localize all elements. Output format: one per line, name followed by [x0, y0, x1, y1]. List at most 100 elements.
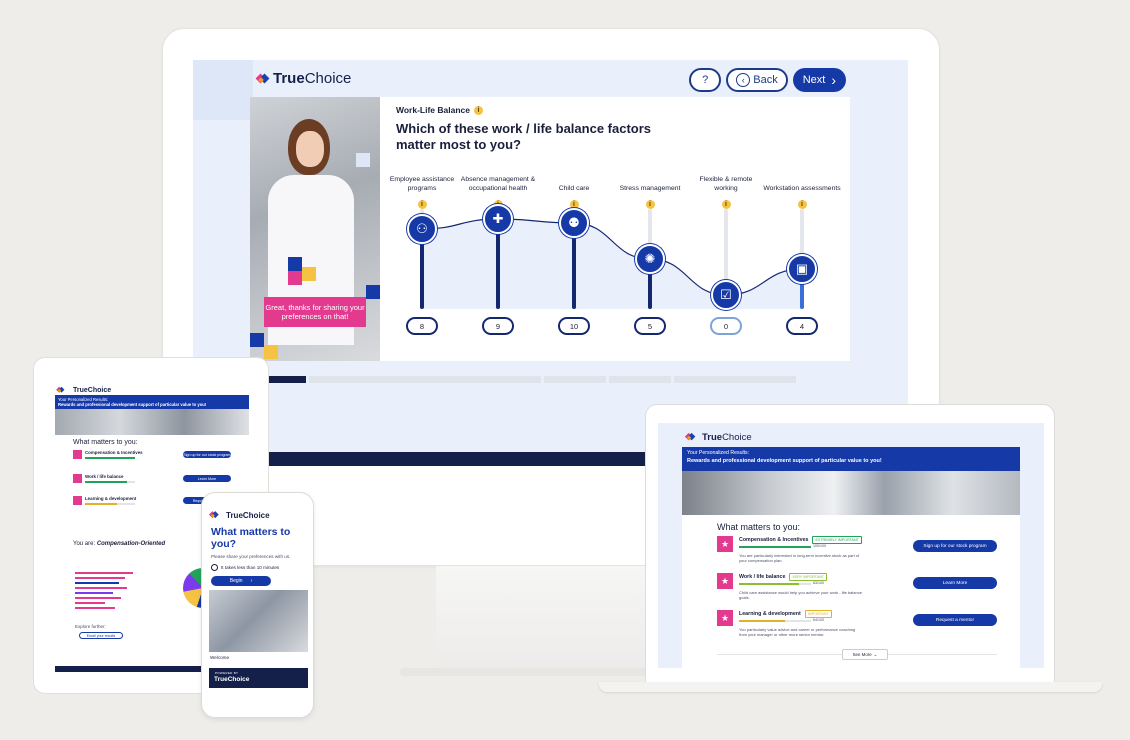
laptop-screen: TrueChoice Your Personalized Results: Re… — [658, 423, 1044, 668]
score-bar — [739, 620, 811, 622]
curve-area — [422, 219, 802, 309]
result-title: Work / life balance — [739, 574, 786, 580]
info-icon[interactable]: i — [721, 200, 731, 209]
action-button[interactable]: Sign up for our stock program — [913, 540, 997, 552]
laptop-base — [599, 682, 1102, 692]
phone-device: TrueChoice What matters to you? Please s… — [201, 492, 314, 718]
family-icon[interactable]: ⚉ — [559, 208, 589, 238]
info-icon[interactable]: i — [645, 200, 655, 209]
begin-label: Begin — [229, 578, 243, 584]
question-card: Great, thanks for sharing your preferenc… — [250, 97, 850, 361]
clock-icon — [211, 564, 218, 571]
factor-value: 10 — [558, 317, 590, 335]
progress-bar — [250, 376, 850, 383]
progress-segment — [309, 376, 541, 383]
result-description: You particularly value advice and career… — [739, 627, 856, 638]
logo-text: TrueChoice — [702, 431, 752, 443]
help-button[interactable]: ? — [689, 68, 722, 92]
desktop-screen: TrueChoice ? ‹ Back Next › Great, thanks f… — [193, 60, 908, 452]
factor-column: Employee assistance programs i — [383, 163, 461, 211]
logo-text: TrueChoice — [226, 510, 270, 520]
welcome-label: Welcome — [210, 655, 230, 660]
result-description: You are particularly interested in long-… — [739, 553, 860, 564]
star-icon: ★ — [717, 536, 733, 552]
chevron-down-icon: ⌄ — [873, 651, 878, 657]
persona-label: You are: — [73, 541, 96, 547]
head-network-icon[interactable]: ✺ — [635, 244, 665, 274]
explore-further-label: Explore further: — [75, 624, 106, 629]
back-button[interactable]: ‹ Back — [726, 68, 788, 92]
truechoice-logo: TrueChoice — [255, 70, 352, 87]
action-button[interactable]: Request a mentor — [913, 614, 997, 626]
factor-value: 5 — [634, 317, 666, 335]
factor-value: 9 — [482, 317, 514, 335]
logo-text: TrueChoice — [273, 70, 352, 87]
importance-badge: EXTREMELY IMPORTANT — [812, 536, 862, 544]
phone-screen: TrueChoice What matters to you? Please s… — [208, 506, 309, 702]
category-label: Work-Life Balance — [396, 105, 471, 115]
info-icon[interactable]: i — [417, 200, 427, 209]
calendar-check-icon[interactable]: ☑ — [711, 280, 741, 310]
logo-text: TrueChoice — [73, 386, 112, 394]
truechoice-logo: TrueChoice — [214, 676, 249, 683]
factor-label: Employee assistance programs — [389, 176, 455, 192]
learn-more-button[interactable]: Learn More — [183, 475, 231, 482]
factor-label: Flexible & remote working — [699, 176, 753, 192]
progress-segment — [609, 376, 671, 383]
score-value: 100/100 — [813, 544, 826, 548]
email-results-button[interactable]: Email your results — [79, 632, 123, 639]
action-button[interactable]: Learn More — [913, 577, 997, 589]
score-value: 83/100 — [813, 581, 824, 585]
factor-value: 0 — [710, 317, 742, 335]
importance-badge: VERY IMPORTANT — [789, 573, 827, 581]
score-bar — [85, 457, 135, 459]
result-item: ★ Learning & development IMPORTANT 64/100 Yo… — [717, 610, 997, 644]
result-title: Work / life balance — [85, 474, 124, 479]
factor-label: Stress management — [619, 184, 681, 192]
people-star-icon[interactable]: ⚇ — [407, 214, 437, 244]
truechoice-mark-icon — [208, 511, 219, 519]
monitor-icon[interactable]: ▣ — [787, 254, 817, 284]
chevron-left-icon: ‹ — [736, 73, 751, 87]
medical-kit-icon[interactable]: ✚ — [483, 204, 513, 234]
factor-column: Workstation assessments i — [763, 163, 841, 211]
info-icon[interactable]: i — [474, 105, 484, 115]
team-photo — [682, 471, 1020, 515]
thanks-message: Great, thanks for sharing your preferenc… — [264, 297, 366, 327]
duration-text: It takes less than 10 minutes — [221, 565, 280, 570]
result-title: Compensation & Incentives — [739, 537, 809, 543]
result-title: Learning & development — [739, 611, 801, 617]
next-button[interactable]: Next › — [792, 68, 846, 92]
score-bar — [85, 481, 135, 483]
banner-line-1: Your Personalized Results: — [687, 450, 750, 456]
see-more-button[interactable]: See More ⌄ — [842, 649, 888, 660]
info-icon[interactable]: i — [797, 200, 807, 209]
team-photo — [55, 409, 249, 435]
chevron-right-icon: › — [250, 578, 253, 584]
results-card: Your Personalized Results: Rewards and p… — [682, 447, 1020, 668]
score-bar — [85, 503, 135, 505]
laptop-device: TrueChoice Your Personalized Results: Re… — [645, 404, 1055, 686]
stock-program-button[interactable]: Sign up for our stock program — [183, 451, 231, 458]
family-icon — [73, 474, 82, 483]
star-icon — [73, 450, 82, 459]
truechoice-mark-icon — [255, 73, 270, 85]
score-value: 64/100 — [813, 618, 824, 622]
question-category: Work-Life Balance i — [396, 105, 484, 115]
begin-button[interactable]: Begin › — [211, 576, 271, 586]
factor-column: Flexible & remote working i — [687, 163, 765, 211]
family-icon: ★ — [717, 573, 733, 589]
phone-subtext: Please share your preferences with us. — [211, 554, 291, 559]
question-text: Which of these work / life balance facto… — [396, 121, 652, 153]
score-bar — [739, 583, 811, 585]
survey-navigation: ? ‹ Back Next › — [689, 68, 846, 92]
screen-decoration — [193, 60, 253, 120]
result-title: Learning & development — [85, 496, 137, 501]
duration-note: It takes less than 10 minutes — [211, 564, 279, 571]
result-title-row: Work / life balance VERY IMPORTANT — [739, 573, 827, 581]
result-item: ★ Compensation & Incentives EXTREMELY IMPO… — [717, 536, 997, 570]
results-heading: What matters to you: — [73, 439, 138, 446]
mentor-icon — [73, 496, 82, 505]
chevron-right-icon: › — [831, 72, 836, 88]
banner-line-2: Rewards and professional development sup… — [687, 458, 882, 464]
